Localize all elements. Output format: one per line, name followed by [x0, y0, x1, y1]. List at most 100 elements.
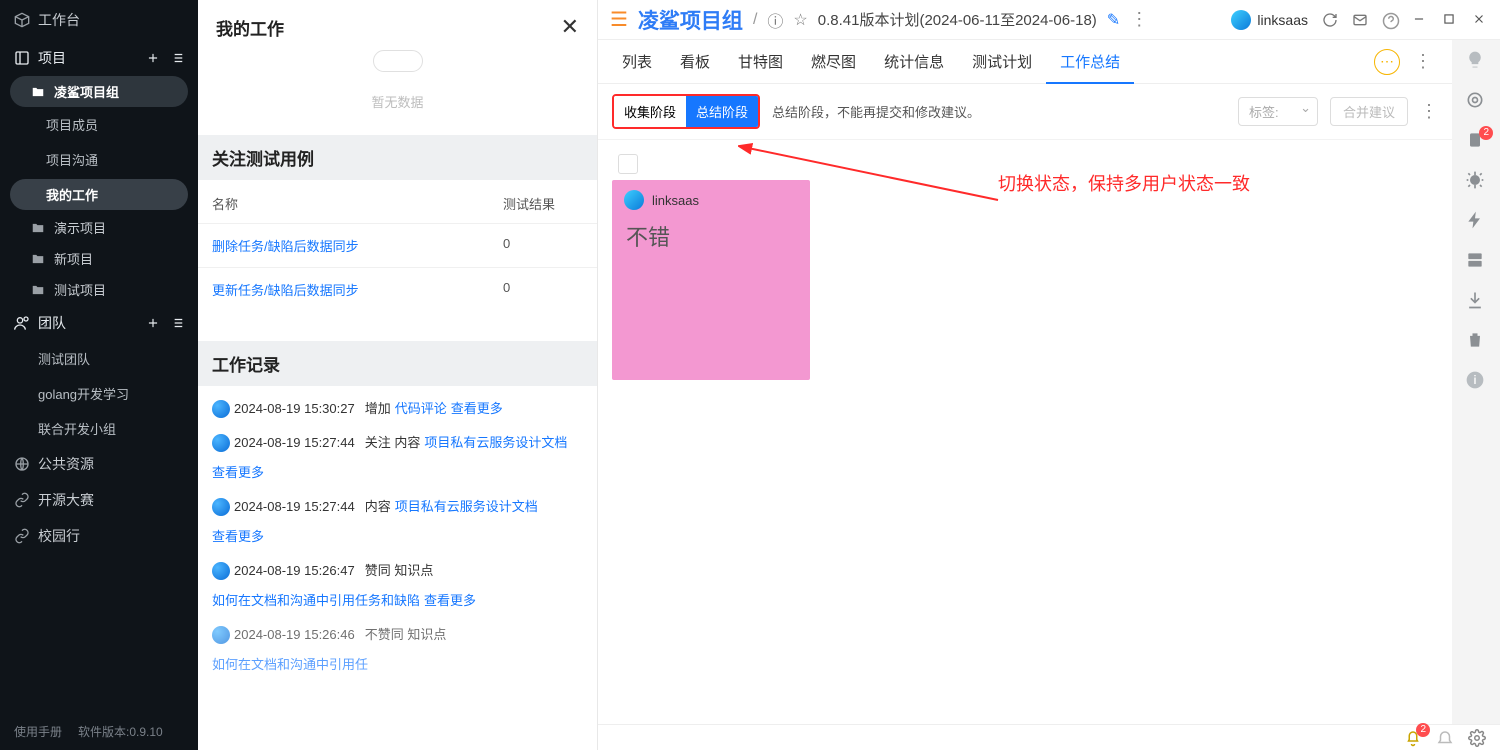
- tag-select[interactable]: 标签:: [1238, 97, 1318, 126]
- sidebar-public-resources[interactable]: 公共资源: [0, 446, 198, 482]
- list-icon[interactable]: [170, 316, 184, 330]
- edit-icon[interactable]: ✎: [1107, 10, 1120, 30]
- sidebar-project-demo[interactable]: 演示项目: [0, 212, 198, 243]
- sidebar-workbench[interactable]: 工作台: [0, 0, 198, 40]
- worklog-more[interactable]: 查看更多: [424, 588, 476, 614]
- tab-burndown[interactable]: 燃尽图: [797, 41, 870, 82]
- col-result: 测试结果: [503, 194, 583, 213]
- close-icon[interactable]: [1472, 12, 1488, 28]
- avatar-icon: [212, 498, 230, 516]
- close-icon[interactable]: ✕: [561, 14, 579, 40]
- sidebar-project-header[interactable]: 项目: [0, 40, 198, 76]
- sidebar-team-test[interactable]: 测试团队: [0, 341, 198, 376]
- worklog-pre: 赞同 知识点: [365, 558, 434, 584]
- tab-gantt[interactable]: 甘特图: [724, 41, 797, 82]
- sidebar-project-label: 项目: [38, 48, 66, 68]
- breadcrumb-project[interactable]: 凌鲨项目组: [638, 5, 743, 35]
- worklog-entry: 2024-08-19 15:27:44 内容 项目私有云服务设计文档 查看更多: [212, 490, 583, 554]
- maximize-icon[interactable]: [1442, 12, 1458, 28]
- worklog-pre: 增加: [365, 396, 391, 422]
- tab-testplan[interactable]: 测试计划: [958, 41, 1046, 82]
- server-icon[interactable]: [1465, 250, 1487, 272]
- hamburger-icon[interactable]: ☰: [610, 7, 628, 32]
- star-icon[interactable]: ☆: [793, 10, 807, 30]
- sidebar-team-golang[interactable]: golang开发学习: [0, 376, 198, 411]
- phase-summary-button[interactable]: 总结阶段: [686, 96, 758, 127]
- worklog-more[interactable]: 查看更多: [212, 524, 264, 550]
- plus-icon[interactable]: [146, 51, 160, 65]
- testcase-link[interactable]: 更新任务/缺陷后数据同步: [212, 280, 503, 299]
- sidebar-school-run[interactable]: 校园行: [0, 518, 198, 554]
- col-name: 名称: [212, 194, 503, 213]
- toolbar: 收集阶段 总结阶段 总结阶段，不能再提交和修改建议。 标签: 合并建议 ⋮: [598, 84, 1452, 140]
- card-checkbox[interactable]: [618, 154, 638, 174]
- trash-icon[interactable]: [1465, 330, 1487, 352]
- worklog-link[interactable]: 如何在文档和沟通中引用任务和缺陷: [212, 588, 420, 614]
- info-icon[interactable]: i: [1465, 370, 1487, 392]
- avatar-icon: [212, 562, 230, 580]
- info-icon[interactable]: ⓘ: [767, 8, 783, 32]
- list-icon[interactable]: [170, 51, 184, 65]
- phase-toggle: 收集阶段 总结阶段: [612, 94, 760, 129]
- worklog-entry: 2024-08-19 15:26:47 赞同 知识点 如何在文档和沟通中引用任务…: [212, 554, 583, 618]
- worklog-entry: 2024-08-19 15:27:44 关注 内容 项目私有云服务设计文档 查看…: [212, 426, 583, 490]
- help-icon[interactable]: [1382, 12, 1398, 28]
- tab-summary[interactable]: 工作总结: [1046, 41, 1134, 84]
- svg-text:i: i: [1473, 374, 1476, 387]
- tab-kanban[interactable]: 看板: [666, 41, 724, 82]
- note-card[interactable]: linksaas 不错: [612, 180, 810, 380]
- sidebar-open-contest[interactable]: 开源大赛: [0, 482, 198, 518]
- worklog-link[interactable]: 项目私有云服务设计文档: [395, 494, 538, 520]
- board: linksaas 不错 切换状态，保持多用户状态一致: [598, 140, 1452, 724]
- worklog-link[interactable]: 如何在文档和沟通中引用任: [212, 652, 368, 678]
- sidebar-sub-mywork[interactable]: 我的工作: [10, 179, 188, 210]
- testcase-link[interactable]: 删除任务/缺陷后数据同步: [212, 236, 503, 255]
- worklog-more[interactable]: 查看更多: [451, 396, 503, 422]
- plus-icon[interactable]: [146, 316, 160, 330]
- mail-icon[interactable]: [1352, 12, 1368, 28]
- breadcrumb-version[interactable]: 0.8.41版本计划(2024-06-11至2024-06-18): [818, 9, 1097, 30]
- statusbar: 2: [598, 724, 1500, 750]
- sidebar-team-header[interactable]: 团队: [0, 305, 198, 341]
- refresh-icon[interactable]: [1322, 12, 1338, 28]
- user-badge[interactable]: linksaas: [1231, 10, 1308, 30]
- empty-text: 暂无数据: [198, 80, 597, 135]
- topbar: ☰ 凌鲨项目组 / ⓘ ☆ 0.8.41版本计划(2024-06-11至2024…: [598, 0, 1500, 40]
- bell-icon[interactable]: 2: [1404, 729, 1422, 747]
- sidebar-sub-comm[interactable]: 项目沟通: [0, 142, 198, 177]
- minimize-icon[interactable]: [1412, 12, 1428, 28]
- sidebar-team-union[interactable]: 联合开发小组: [0, 411, 198, 446]
- sidebar-sub-members[interactable]: 项目成员: [0, 107, 198, 142]
- more-icon[interactable]: ⋮: [1414, 51, 1432, 72]
- cube-icon: [14, 12, 30, 28]
- clipboard-icon[interactable]: 2: [1465, 130, 1487, 152]
- avatar-icon: [212, 434, 230, 452]
- alert-icon[interactable]: [1436, 729, 1454, 747]
- tab-list[interactable]: 列表: [608, 41, 666, 82]
- download-icon[interactable]: [1465, 290, 1487, 312]
- tab-stats[interactable]: 统计信息: [870, 41, 958, 82]
- folder-icon: [30, 220, 46, 236]
- merge-button[interactable]: 合并建议: [1330, 97, 1408, 126]
- target-icon[interactable]: [1465, 90, 1487, 112]
- sidebar-project-new[interactable]: 新项目: [0, 243, 198, 274]
- bolt-icon[interactable]: [1465, 210, 1487, 232]
- worklog-link[interactable]: 项目私有云服务设计文档: [424, 430, 567, 456]
- phase-collect-button[interactable]: 收集阶段: [614, 96, 686, 127]
- bulb-icon[interactable]: [1465, 50, 1487, 72]
- sidebar-project-lingsha[interactable]: 凌鲨项目组: [10, 76, 188, 107]
- sidebar-project-test[interactable]: 测试项目: [0, 274, 198, 305]
- more-icon[interactable]: ⋮: [1130, 9, 1148, 30]
- footer-manual[interactable]: 使用手册: [14, 723, 62, 740]
- chat-icon[interactable]: ⋯: [1374, 49, 1400, 75]
- worklog-more[interactable]: 查看更多: [212, 460, 264, 486]
- sidebar-project-label: 测试项目: [54, 280, 106, 299]
- testcase-result: 0: [503, 280, 583, 299]
- avatar-icon: [212, 626, 230, 644]
- bug-icon[interactable]: [1465, 170, 1487, 192]
- worklog-link[interactable]: 代码评论: [395, 396, 447, 422]
- worklog-pre: 不赞同 知识点: [365, 622, 447, 648]
- toolbar-note: 总结阶段，不能再提交和修改建议。: [772, 102, 980, 121]
- more-icon[interactable]: ⋮: [1420, 101, 1438, 122]
- gear-icon[interactable]: [1468, 729, 1486, 747]
